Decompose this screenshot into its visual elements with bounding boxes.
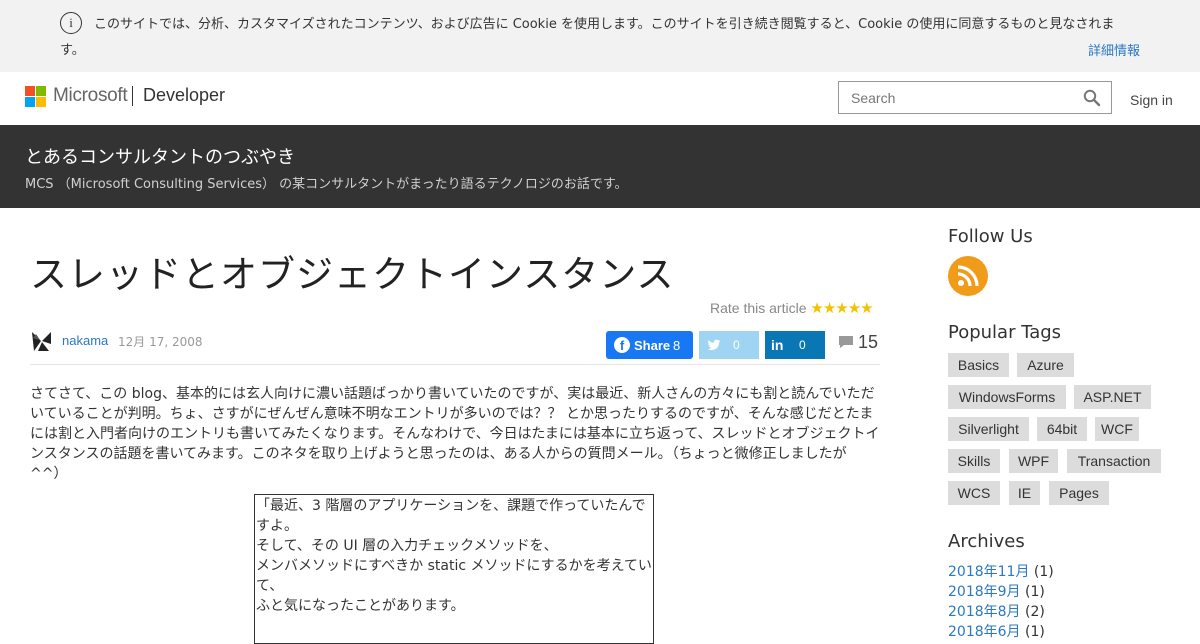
article-title: スレッドとオブジェクトインスタンス — [30, 253, 675, 296]
author-avatar[interactable] — [30, 330, 53, 353]
article-meta: nakama 12月 17, 2008 f Share 8 0 in 0 15 — [30, 330, 880, 365]
archive-count: (1) — [1033, 564, 1054, 580]
quote-box: 「最近、3 階層のアプリケーションを、課題で作っていたんですよ。 そして、その … — [254, 494, 654, 644]
quote-line: 「最近、3 階層のアプリケーションを、課題で作っていたんですよ。 — [256, 498, 646, 534]
cookie-banner: i このサイトでは、分析、カスタマイズされたコンテンツ、および広告に Cooki… — [0, 0, 1200, 72]
tag-azure[interactable]: Azure — [1017, 353, 1074, 377]
cookie-more-info-link[interactable]: 詳細情報 — [1088, 40, 1140, 59]
brand-divider — [132, 86, 133, 106]
twitter-share-button[interactable]: 0 — [699, 331, 759, 359]
tag-64bit[interactable]: 64bit — [1037, 417, 1087, 441]
follow-us-heading: Follow Us — [948, 226, 1033, 247]
tag-pages[interactable]: Pages — [1049, 481, 1109, 505]
tag-wcs[interactable]: WCS — [948, 481, 1000, 505]
site-header: Microsoft Developer Sign in — [0, 72, 1200, 125]
popular-tags-heading: Popular Tags — [948, 322, 1062, 343]
tag-ie[interactable]: IE — [1009, 481, 1040, 505]
facebook-share-label: Share — [634, 338, 671, 353]
search-input[interactable] — [839, 82, 1103, 113]
tag-skills[interactable]: Skills — [948, 449, 1000, 473]
tag-aspnet[interactable]: ASP.NET — [1074, 385, 1151, 409]
rate-article[interactable]: Rate this article ★★★★★ — [710, 299, 874, 317]
rating-stars-icon[interactable]: ★★★★★ — [810, 300, 873, 317]
archive-item: 2018年6月 (1) — [948, 622, 1054, 642]
archive-item: 2018年8月 (2) — [948, 602, 1054, 622]
tag-wcf[interactable]: WCF — [1095, 417, 1139, 441]
microsoft-brand[interactable]: Microsoft — [53, 85, 128, 107]
rate-label: Rate this article — [710, 300, 807, 316]
comment-icon[interactable] — [838, 335, 854, 349]
blog-subtitle: MCS （Microsoft Consulting Services） の某コン… — [25, 177, 628, 192]
author-link[interactable]: nakama — [62, 333, 108, 348]
search-box — [838, 81, 1112, 114]
blog-title[interactable]: とあるコンサルタントのつぶやき — [25, 143, 295, 169]
tag-basics[interactable]: Basics — [948, 353, 1009, 377]
twitter-icon — [707, 339, 721, 351]
rss-feed-icon[interactable] — [948, 256, 988, 296]
tag-wpf[interactable]: WPF — [1009, 449, 1058, 473]
tag-windowsforms[interactable]: WindowsForms — [948, 385, 1066, 409]
archive-link[interactable]: 2018年9月 — [948, 584, 1021, 600]
developer-section-link[interactable]: Developer — [143, 85, 225, 106]
facebook-share-button[interactable]: f Share 8 — [606, 331, 693, 359]
archive-link[interactable]: 2018年6月 — [948, 624, 1021, 640]
archive-item: 2018年11月 (1) — [948, 562, 1054, 582]
search-icon[interactable] — [1083, 89, 1101, 107]
linkedin-icon: in — [771, 337, 784, 353]
twitter-share-count: 0 — [733, 338, 740, 352]
tag-silverlight[interactable]: Silverlight — [948, 417, 1029, 441]
linkedin-share-button[interactable]: in 0 — [765, 331, 825, 359]
archive-item: 2018年9月 (1) — [948, 582, 1054, 602]
quote-line: そして、その UI 層の入力チェックメソッドを、 — [256, 538, 558, 554]
cookie-message: このサイトでは、分析、カスタマイズされたコンテンツ、および広告に Cookie … — [60, 17, 1115, 58]
facebook-share-count: 8 — [673, 338, 681, 353]
quote-line: メンバメソッドにすべきか static メソッドにするかを考えていて、 — [256, 558, 652, 594]
post-date: 12月 17, 2008 — [118, 335, 203, 349]
archive-link[interactable]: 2018年8月 — [948, 604, 1021, 620]
archive-count: (2) — [1025, 604, 1045, 620]
quote-line: ふと気になったことがあります。 — [256, 598, 465, 614]
microsoft-logo-icon[interactable] — [25, 86, 46, 107]
tag-transaction[interactable]: Transaction — [1067, 449, 1161, 473]
archives-heading: Archives — [948, 531, 1025, 552]
facebook-icon: f — [614, 337, 630, 353]
archive-list: 2018年11月 (1) 2018年9月 (1) 2018年8月 (2) 201… — [948, 562, 1054, 642]
archive-link[interactable]: 2018年11月 — [948, 564, 1029, 580]
archive-count: (1) — [1025, 584, 1045, 600]
archive-count: (1) — [1025, 624, 1045, 640]
article-body: さてさて、この blog、基本的には玄人向けに濃い話題ばっかり書いていたのですが… — [30, 386, 880, 482]
blog-banner: とあるコンサルタントのつぶやき MCS （Microsoft Consultin… — [0, 125, 1200, 208]
linkedin-share-count: 0 — [799, 338, 806, 352]
rss-icon — [957, 265, 979, 287]
sign-in-link[interactable]: Sign in — [1130, 92, 1173, 108]
comment-count[interactable]: 15 — [858, 332, 878, 353]
